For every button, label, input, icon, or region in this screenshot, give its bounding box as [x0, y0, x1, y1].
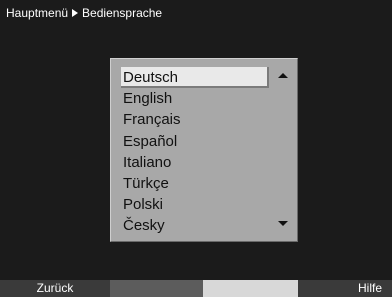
- language-option-polski[interactable]: Polski: [121, 194, 271, 215]
- tv-menu-screen: Hauptmenü Bediensprache Deutsch English …: [0, 0, 392, 297]
- help-button[interactable]: Hilfe: [298, 280, 392, 297]
- language-option-francais[interactable]: Français: [121, 109, 271, 130]
- function-key-bar: Zurück Hilfe: [0, 280, 392, 297]
- breadcrumb-item-language: Bediensprache: [82, 6, 163, 20]
- green-function-button[interactable]: [110, 280, 203, 297]
- breadcrumb-item-main-menu[interactable]: Hauptmenü: [6, 5, 68, 21]
- back-button[interactable]: Zurück: [0, 280, 110, 297]
- arrow-down-icon[interactable]: [278, 221, 288, 226]
- language-option-italiano[interactable]: Italiano: [121, 152, 271, 173]
- arrow-up-icon[interactable]: [278, 73, 288, 78]
- language-option-english[interactable]: English: [121, 88, 271, 109]
- language-selection-panel: Deutsch English Français Español Italian…: [110, 58, 298, 242]
- language-option-turkce[interactable]: Türkçe: [121, 173, 271, 194]
- language-list: Deutsch English Français Español Italian…: [121, 67, 271, 237]
- yellow-function-button[interactable]: [203, 280, 298, 297]
- language-option-cesky[interactable]: Česky: [121, 215, 271, 236]
- breadcrumb-arrow-icon: [72, 9, 79, 17]
- language-option-espanol[interactable]: Español: [121, 131, 271, 152]
- breadcrumb: Hauptmenü Bediensprache: [6, 5, 162, 21]
- language-option-deutsch[interactable]: Deutsch: [121, 67, 269, 89]
